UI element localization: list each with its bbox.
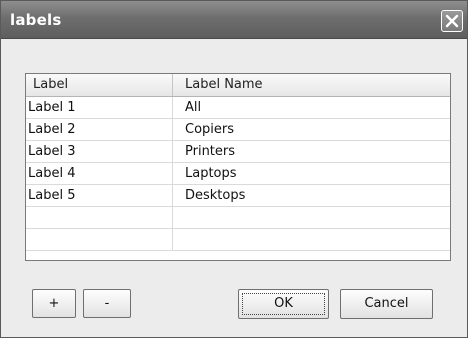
close-button[interactable] <box>441 10 463 32</box>
label-name-cell: Printers <box>185 144 236 159</box>
label-cell: Label 1 <box>26 97 173 119</box>
list-rows: Label 1 All Label 2 Copiers Label 3 Prin… <box>26 97 450 251</box>
cancel-button[interactable]: Cancel <box>340 289 433 319</box>
label-cell: Label 3 <box>26 141 173 163</box>
add-label-button[interactable]: + <box>32 289 76 318</box>
list-row[interactable]: Label 5 Desktops <box>26 185 450 207</box>
label-cell <box>26 229 173 251</box>
label-cell <box>26 207 173 229</box>
close-icon <box>445 14 459 28</box>
list-row-empty[interactable] <box>26 207 450 229</box>
label-cell: Label 4 <box>26 163 173 185</box>
list-row[interactable]: Label 4 Laptops <box>26 163 450 185</box>
label-name-cell: All <box>185 100 202 115</box>
labels-list[interactable]: Label Label Name Label 1 All Label 2 Cop… <box>25 73 451 261</box>
window-title: labels <box>10 11 62 29</box>
labels-dialog: labels Label Label Name Label 1 All Labe… <box>0 0 468 338</box>
title-bar[interactable]: labels <box>1 1 467 39</box>
remove-label-button[interactable]: - <box>83 289 131 318</box>
column-header-label[interactable]: Label <box>26 74 173 96</box>
list-header: Label Label Name <box>26 74 450 97</box>
label-name-cell: Copiers <box>185 122 235 137</box>
list-row-empty[interactable] <box>26 229 450 251</box>
focus-rectangle <box>242 293 325 315</box>
list-row[interactable]: Label 1 All <box>26 97 450 119</box>
list-row[interactable]: Label 3 Printers <box>26 141 450 163</box>
ok-button[interactable]: OK <box>238 289 329 319</box>
label-cell: Label 5 <box>26 185 173 207</box>
label-name-cell <box>173 207 450 229</box>
list-row[interactable]: Label 2 Copiers <box>26 119 450 141</box>
label-name-cell: Desktops <box>185 188 246 203</box>
label-name-cell <box>173 229 450 251</box>
label-name-cell: Laptops <box>185 166 237 181</box>
label-cell: Label 2 <box>26 119 173 141</box>
column-header-label-name[interactable]: Label Name <box>173 74 450 96</box>
